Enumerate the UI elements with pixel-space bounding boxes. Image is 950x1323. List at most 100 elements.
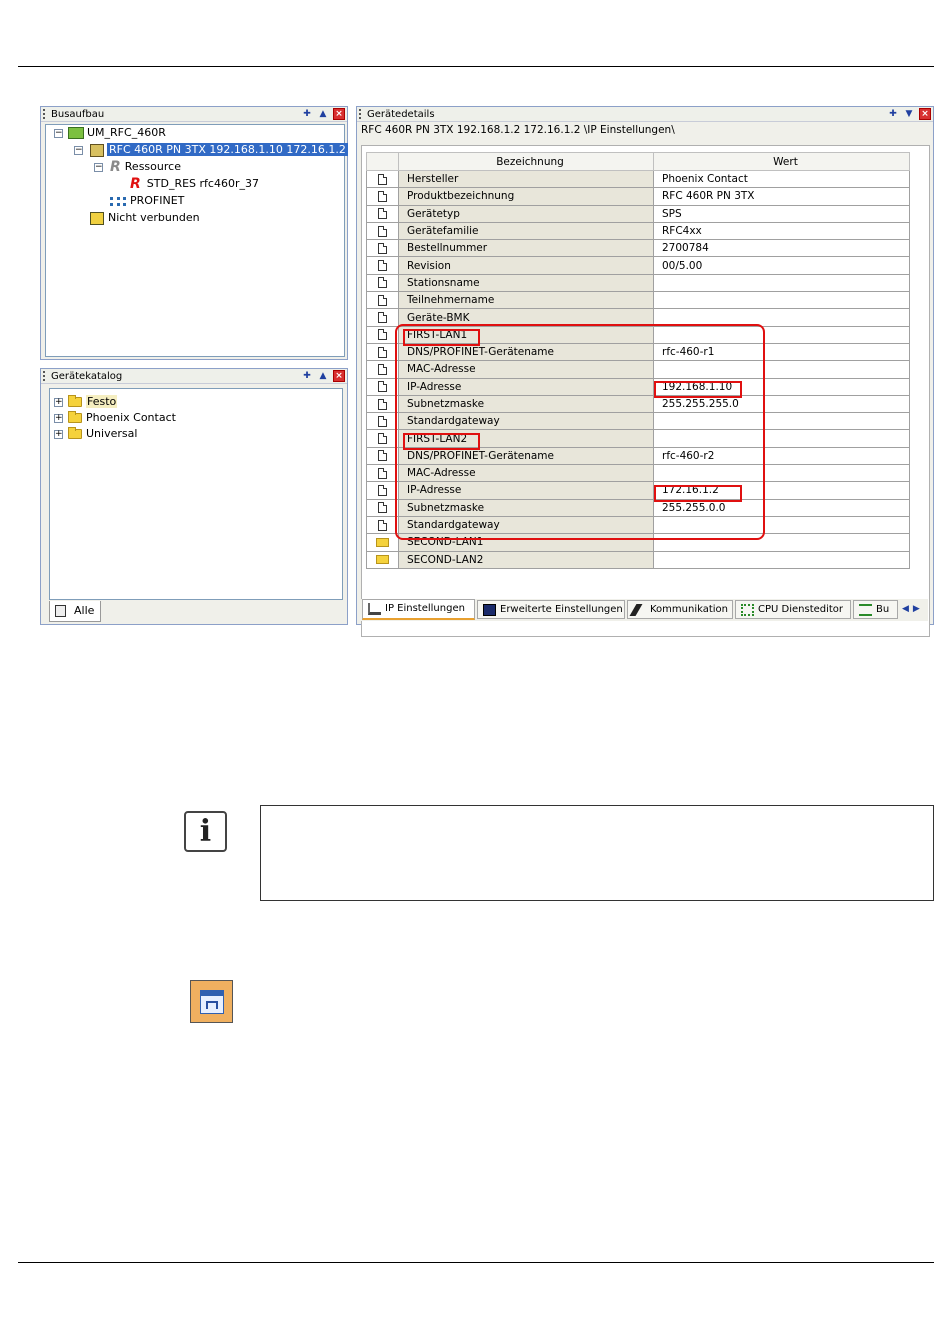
first-lan1-highlight [403, 329, 480, 346]
bus-tree[interactable]: − UM_RFC_460R − RFC 460R PN 3TX 192.168.… [45, 124, 348, 357]
folder-icon [376, 555, 389, 565]
property-icon-cell [366, 550, 399, 569]
catalog-item-phoenix[interactable]: Phoenix Contact [68, 410, 176, 426]
property-icon-cell [366, 256, 399, 275]
tab-label: Kommunikation [650, 604, 729, 615]
tab-advanced-settings[interactable]: Erweiterte Einstellungen [477, 600, 625, 619]
column-header-name[interactable]: Bezeichnung [398, 152, 654, 171]
document-icon [378, 329, 387, 341]
expand-icon[interactable]: + [54, 398, 63, 407]
property-row[interactable]: Bestellnummer 2700784 [366, 239, 910, 258]
pin-icon[interactable]: ✚ [301, 370, 313, 382]
device-details-title: Gerätedetails [367, 109, 435, 120]
property-value[interactable]: 2700784 [653, 239, 910, 258]
property-icon-cell [366, 394, 399, 414]
collapse-icon[interactable]: − [74, 146, 83, 155]
tree-item-std-res[interactable]: R STD_RES rfc460r_37 [130, 176, 259, 192]
property-name: Hersteller [398, 169, 654, 189]
tab-alle[interactable]: Alle [49, 601, 101, 622]
dropdown-icon[interactable]: ▼ [903, 108, 915, 120]
controller-icon [90, 143, 104, 157]
property-row[interactable]: Produktbezeichnung RFC 460R PN 3TX [366, 187, 910, 206]
property-value[interactable] [653, 550, 910, 569]
property-row[interactable]: Gerätefamilie RFC4xx [366, 221, 910, 241]
property-icon-cell [366, 515, 399, 535]
tree-item-label: Nicht verbunden [108, 211, 200, 224]
document-icon [378, 312, 387, 324]
property-name: Stationsname [398, 273, 654, 293]
maximize-icon[interactable]: ▲ [317, 108, 329, 120]
property-value[interactable]: RFC 460R PN 3TX [653, 187, 910, 206]
property-row[interactable]: SECOND-LAN2 [366, 550, 910, 569]
tree-item-resource[interactable]: R Ressource [110, 159, 181, 175]
grip-icon[interactable] [43, 371, 46, 381]
tree-item-label: Ressource [124, 160, 181, 173]
details-tab-bar: IP Einstellungen Erweiterte Einstellunge… [360, 599, 928, 621]
property-row[interactable]: Revision 00/5.00 [366, 256, 910, 275]
grid-header-row: Bezeichnung Wert [366, 152, 910, 171]
close-icon[interactable]: × [919, 108, 931, 120]
expand-icon[interactable]: + [54, 414, 63, 423]
grip-icon[interactable] [359, 109, 362, 119]
expand-icon[interactable]: + [54, 430, 63, 439]
tab-ip-settings[interactable]: IP Einstellungen [362, 599, 475, 620]
close-icon[interactable]: × [333, 108, 345, 120]
document-icon [378, 260, 387, 272]
document-icon [378, 294, 387, 306]
property-row[interactable]: Gerätetyp SPS [366, 204, 910, 223]
property-row[interactable]: Teilnehmername [366, 291, 910, 310]
catalog-tree[interactable]: + Festo + Phoenix Contact + Universal [49, 388, 343, 600]
collapse-icon[interactable]: − [54, 129, 63, 138]
resource-instance-icon: R [130, 176, 141, 192]
property-icon-cell [366, 273, 399, 293]
property-row[interactable]: Hersteller Phoenix Contact [366, 169, 910, 189]
cpu-icon [741, 604, 754, 616]
property-icon-cell [366, 533, 399, 552]
scroll-right-icon[interactable]: ▶ [913, 602, 920, 617]
profinet-icon [110, 196, 126, 206]
property-row[interactable]: Stationsname [366, 273, 910, 293]
catalog-item-universal[interactable]: Universal [68, 426, 137, 442]
scroll-left-icon[interactable]: ◀ [902, 602, 909, 617]
device-catalog-title: Gerätekatalog [51, 371, 123, 382]
bus-structure-panel: Busaufbau ✚ ▲ × − UM_RFC_460R − RFC 460R… [40, 106, 348, 360]
grip-icon[interactable] [43, 109, 46, 119]
bus-icon [859, 604, 872, 616]
tab-communication[interactable]: Kommunikation [627, 600, 733, 619]
catalog-item-festo[interactable]: Festo [68, 394, 118, 410]
property-icon-cell [366, 187, 399, 206]
property-name: Revision [398, 256, 654, 275]
tree-item-controller[interactable]: RFC 460R PN 3TX 192.168.1.10 172.16.1.2 [90, 142, 348, 158]
first-lan2-highlight [403, 433, 480, 450]
pin-icon[interactable]: ✚ [887, 108, 899, 120]
network-cable-icon [368, 603, 381, 615]
property-value[interactable] [653, 273, 910, 293]
tree-item-project[interactable]: UM_RFC_460R [68, 125, 166, 141]
collapse-icon[interactable]: − [94, 163, 103, 172]
tab-label: Bu [876, 604, 890, 615]
document-icon [378, 415, 387, 427]
project-icon [68, 127, 84, 139]
property-value[interactable]: RFC4xx [653, 221, 910, 241]
column-header-value[interactable]: Wert [653, 152, 910, 171]
folder-icon [68, 427, 82, 439]
maximize-icon[interactable]: ▲ [317, 370, 329, 382]
tree-item-profinet[interactable]: PROFINET [110, 193, 184, 209]
property-value[interactable]: 00/5.00 [653, 256, 910, 275]
property-value[interactable]: Phoenix Contact [653, 169, 910, 189]
close-icon[interactable]: × [333, 370, 345, 382]
details-path: RFC 460R PN 3TX 192.168.1.2 172.16.1.2 \… [361, 124, 675, 136]
device-catalog-title-bar: Gerätekatalog ✚ ▲ × [41, 369, 347, 384]
property-value[interactable] [653, 291, 910, 310]
pin-icon[interactable]: ✚ [301, 108, 313, 120]
property-icon-cell [366, 412, 399, 431]
tab-bus[interactable]: Bu [853, 600, 898, 619]
property-value[interactable]: SPS [653, 204, 910, 223]
property-icon-cell [366, 446, 399, 466]
document-icon [378, 173, 387, 185]
catalog-icon [55, 605, 66, 617]
resource-icon: R [110, 159, 121, 175]
window-bar-icon [201, 991, 223, 996]
tree-item-not-connected[interactable]: Nicht verbunden [90, 210, 200, 226]
tab-cpu-service-editor[interactable]: CPU Diensteditor [735, 600, 851, 619]
